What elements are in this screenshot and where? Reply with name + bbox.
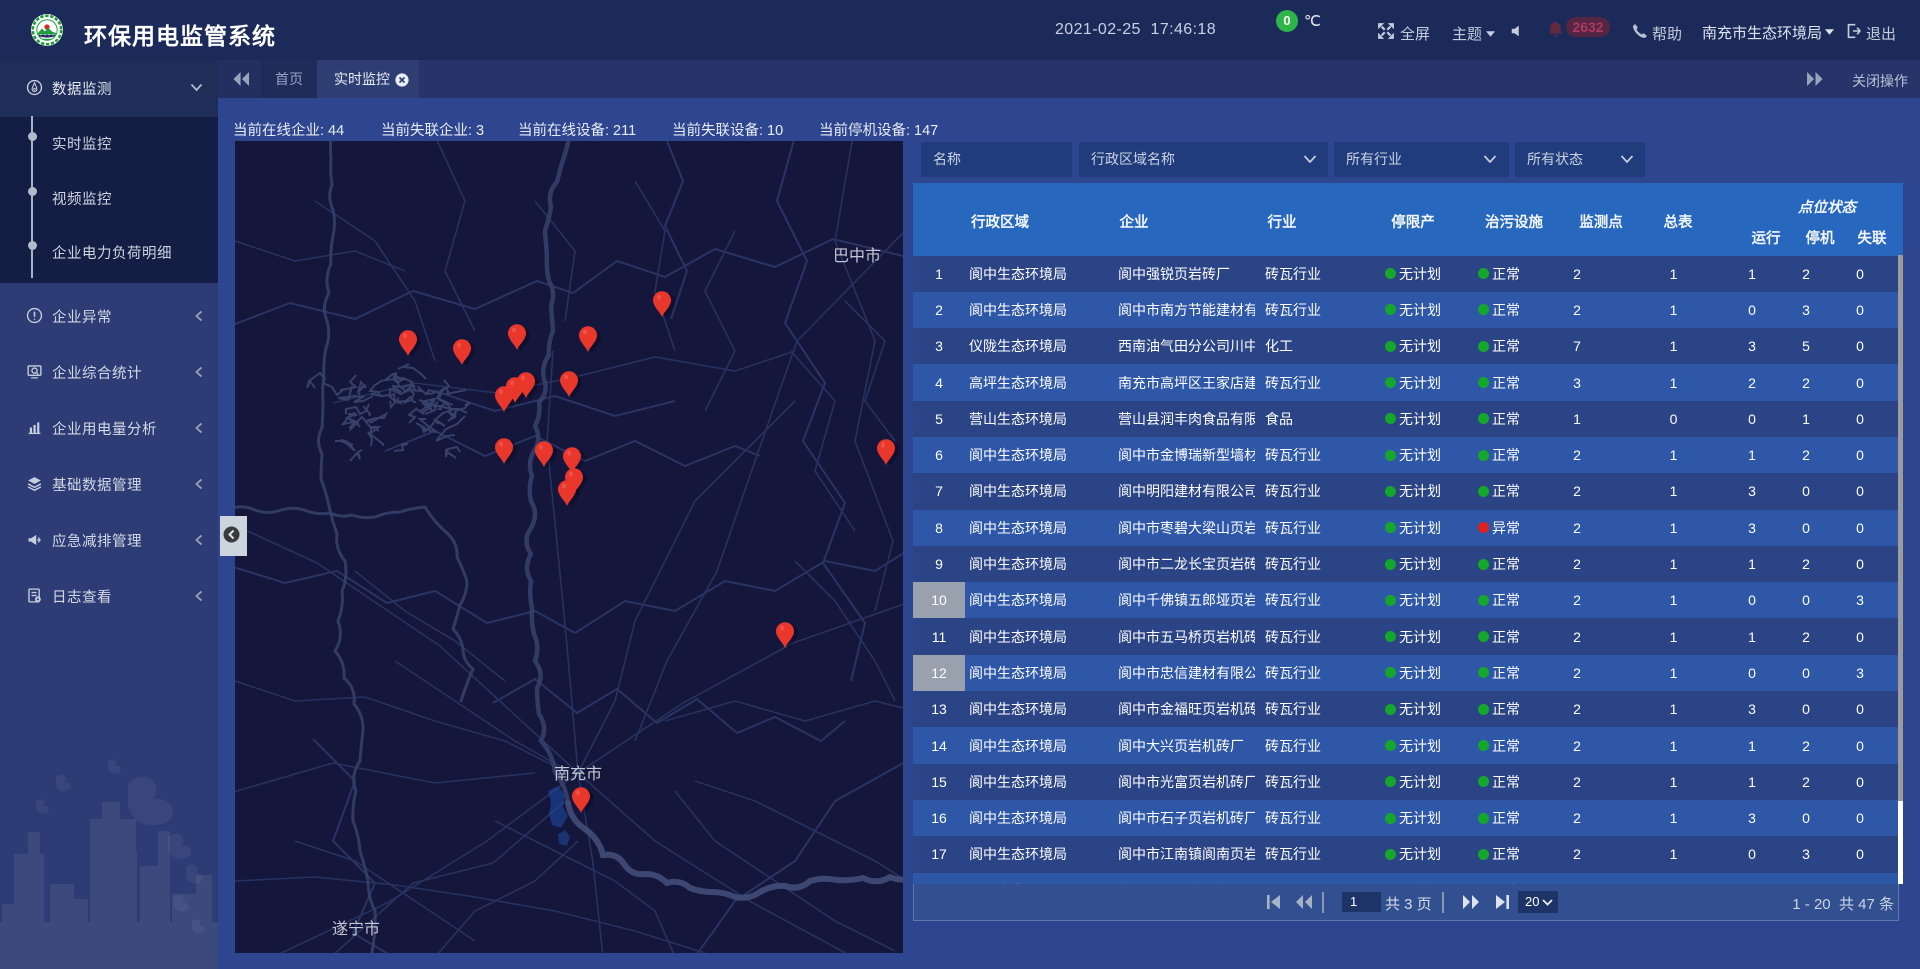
- svg-text:巴中市: 巴中市: [833, 247, 881, 265]
- svg-text:南充市: 南充市: [554, 765, 602, 783]
- svg-text:遂宁市: 遂宁市: [332, 920, 380, 938]
